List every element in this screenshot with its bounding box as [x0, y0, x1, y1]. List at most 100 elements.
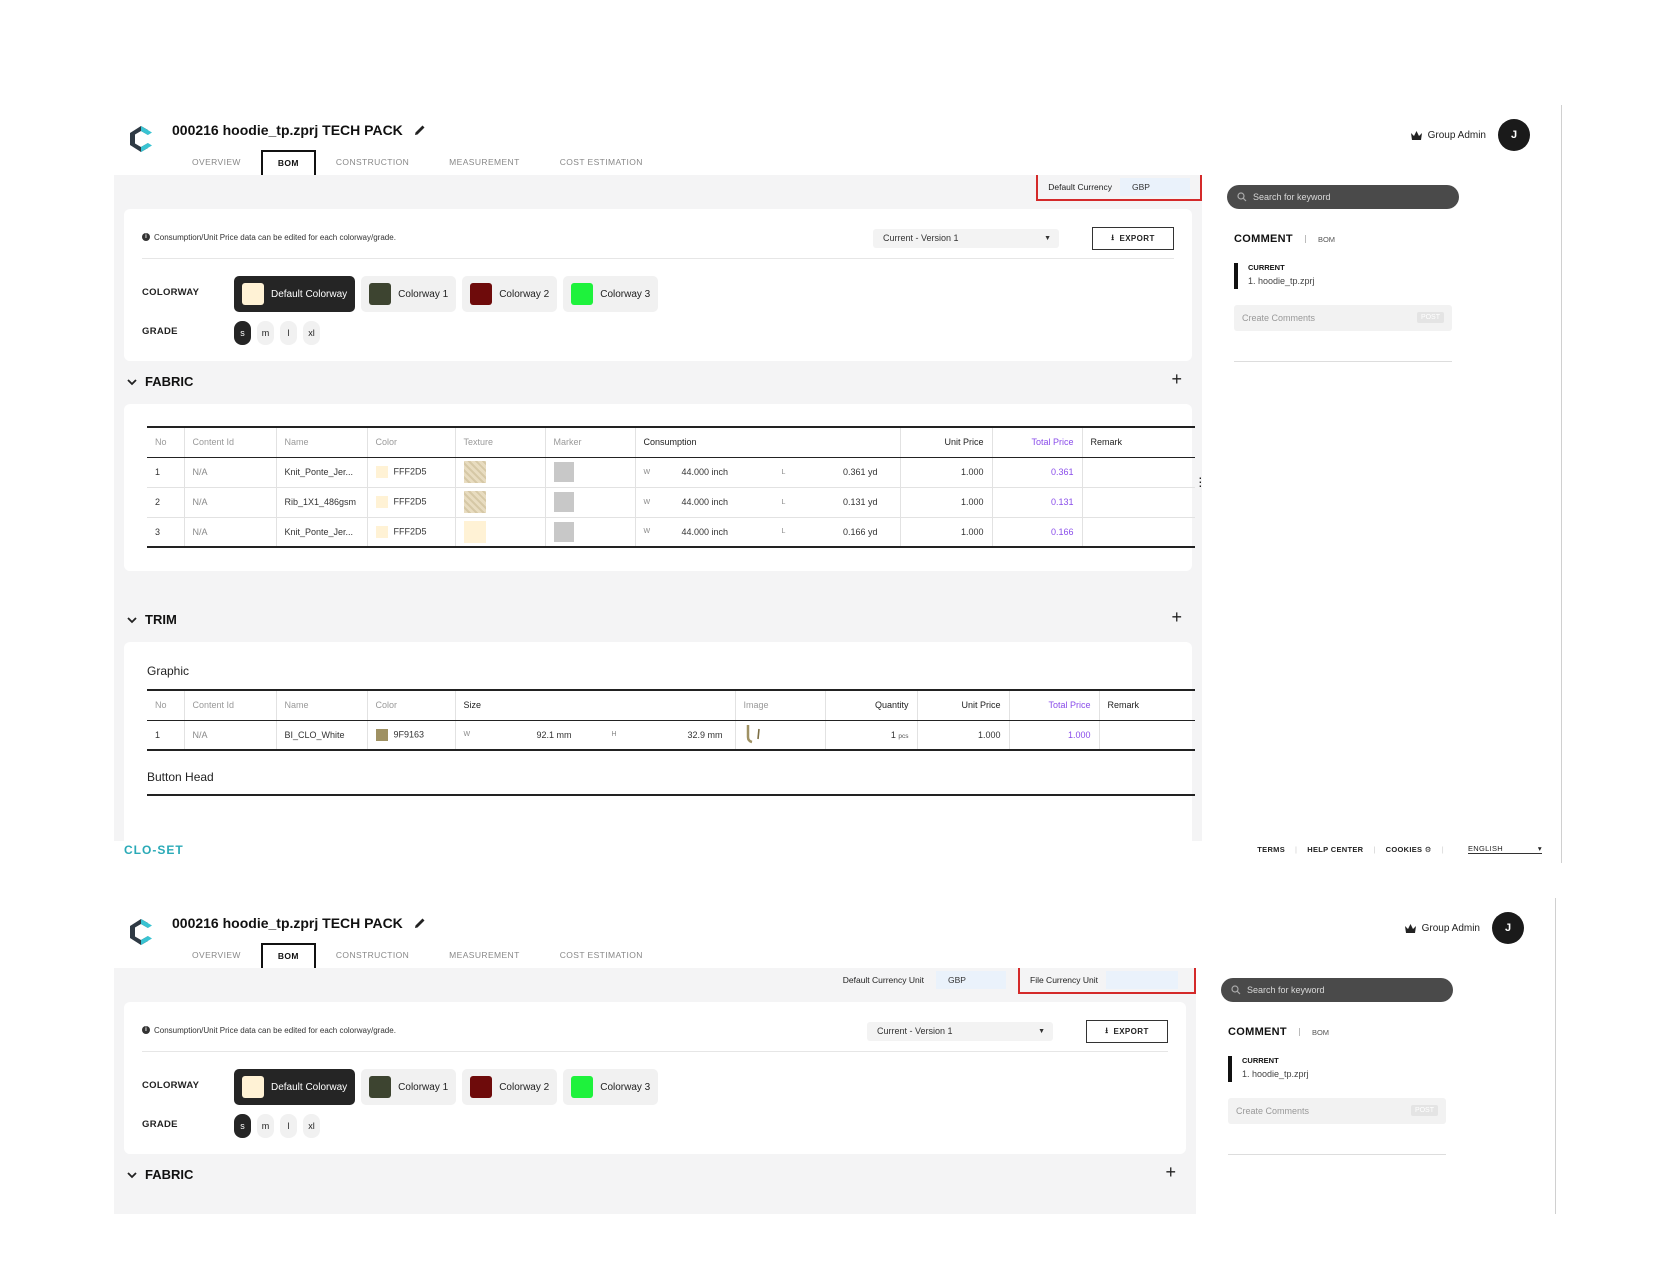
cell-consumption[interactable]: W 44.000 inch L 0.166 yd	[635, 517, 901, 548]
grade-xl[interactable]: xl	[303, 1114, 320, 1138]
edit-icon[interactable]	[413, 916, 427, 930]
cell-remark[interactable]	[1082, 517, 1195, 548]
language-select[interactable]: ENGLISH ▾	[1468, 844, 1542, 854]
cell-consumption[interactable]: W 44.000 inch L 0.131 yd	[635, 487, 901, 518]
create-comment-input[interactable]: Create Comments POST	[1228, 1098, 1446, 1124]
height-value: 32.9 mm	[687, 729, 723, 740]
cell-remark[interactable]	[1082, 457, 1195, 488]
currency-bar: Default Currency Unit GBP File Currency …	[843, 968, 1196, 994]
footer-logo: CLO-SET	[124, 843, 184, 857]
search-icon	[1237, 192, 1247, 202]
export-button[interactable]: ⭳ EXPORT	[1086, 1020, 1168, 1043]
tab-cost-estimation[interactable]: COST ESTIMATION	[540, 943, 663, 968]
add-fabric-icon[interactable]: +	[1171, 369, 1182, 390]
avatar[interactable]: J	[1498, 119, 1530, 151]
cell-unit-price[interactable]: 1.000	[900, 487, 993, 518]
colorway-default[interactable]: Default Colorway	[234, 1069, 356, 1105]
tab-bom[interactable]: BOM	[260, 150, 316, 175]
tab-cost-estimation[interactable]: COST ESTIMATION	[540, 150, 663, 175]
tab-measurement[interactable]: MEASUREMENT	[429, 150, 540, 175]
avatar[interactable]: J	[1492, 912, 1524, 944]
cell-remark[interactable]	[1099, 720, 1195, 751]
texture-thumbnail[interactable]	[463, 520, 486, 543]
col-image: Image	[735, 689, 826, 721]
chevron-down-icon	[127, 616, 137, 623]
export-button[interactable]: ⭳ EXPORT	[1092, 227, 1174, 250]
tab-construction[interactable]: CONSTRUCTION	[316, 943, 429, 968]
grade-l[interactable]: l	[280, 321, 297, 345]
colorway-2[interactable]: Colorway 2	[462, 1069, 558, 1105]
texture-thumbnail[interactable]	[463, 461, 486, 483]
trim-section-header[interactable]: TRIM	[127, 612, 177, 627]
texture-thumbnail[interactable]	[463, 491, 486, 513]
grade-s[interactable]: s	[234, 321, 251, 345]
user-role[interactable]: Group Admin	[1404, 923, 1480, 934]
table-row[interactable]: 1 N/A BI_CLO_White 9F9163 W 92.1 mm H 32.9 …	[147, 720, 1195, 751]
table-row[interactable]: 1 N/A Knit_Ponte_Jer... FFF2D5 W 44.000 i…	[147, 457, 1195, 488]
tab-construction[interactable]: CONSTRUCTION	[316, 150, 429, 175]
comment-sidebar: · · · Search for keyword COMMENT BOM CURRE…	[1198, 175, 1562, 841]
page-title: 000216 hoodie_tp.zprj TECH PACK	[172, 122, 403, 138]
version-select[interactable]: Current - Version 1 ▼	[867, 1022, 1053, 1041]
add-fabric-icon[interactable]: +	[1165, 1162, 1176, 1183]
cell-content-id: N/A	[184, 487, 277, 518]
user-role-label: Group Admin	[1427, 129, 1486, 141]
file-currency-label: File Currency Unit	[1030, 975, 1099, 985]
cell-consumption[interactable]: W 44.000 inch L 0.361 yd	[635, 457, 901, 488]
colorway-default[interactable]: Default Colorway	[234, 276, 356, 312]
default-currency-select[interactable]: GBP	[1120, 178, 1190, 196]
terms-link[interactable]: TERMS	[1257, 845, 1285, 854]
marker-thumbnail[interactable]	[553, 521, 574, 542]
grade-s[interactable]: s	[234, 1114, 251, 1138]
more-vertical-icon[interactable]: · · ·	[1198, 470, 1203, 492]
cell-name: Rib_1X1_486gsm	[276, 487, 368, 518]
cell-quantity[interactable]: 1 pcs	[825, 720, 918, 751]
fabric-section-header[interactable]: FABRIC	[127, 374, 193, 389]
cell-unit-price[interactable]: 1.000	[900, 517, 993, 548]
search-input[interactable]: Search for keyword	[1221, 978, 1453, 1002]
chevron-down-icon	[127, 1171, 137, 1178]
current-file: 1. hoodie_tp.zprj	[1242, 1069, 1309, 1079]
colorway-3[interactable]: Colorway 3	[563, 276, 659, 312]
length-value: 0.166 yd	[842, 526, 878, 537]
marker-thumbnail[interactable]	[553, 492, 574, 512]
search-placeholder: Search for keyword	[1247, 985, 1325, 995]
fabric-section-header[interactable]: FABRIC	[127, 1167, 193, 1182]
graphic-thumbnail[interactable]	[744, 723, 764, 745]
grade-m[interactable]: m	[257, 1114, 274, 1138]
download-icon: ⭳	[1105, 1025, 1109, 1035]
add-trim-icon[interactable]: +	[1171, 607, 1182, 628]
colorway-1[interactable]: Colorway 1	[361, 276, 457, 312]
post-button[interactable]: POST	[1416, 312, 1444, 323]
cell-unit-price[interactable]: 1.000	[900, 457, 993, 488]
file-currency-select[interactable]	[1106, 971, 1179, 989]
grade-m[interactable]: m	[257, 321, 274, 345]
cookies-link[interactable]: COOKIES ⚙	[1386, 845, 1432, 854]
table-row[interactable]: 2 N/A Rib_1X1_486gsm FFF2D5 W 44.000 inch…	[147, 487, 1195, 518]
colorway-3[interactable]: Colorway 3	[563, 1069, 659, 1105]
tab-overview[interactable]: OVERVIEW	[172, 150, 261, 175]
edit-icon[interactable]	[413, 123, 427, 137]
help-center-link[interactable]: HELP CENTER	[1307, 845, 1363, 854]
tab-overview[interactable]: OVERVIEW	[172, 943, 261, 968]
colorway-1[interactable]: Colorway 1	[361, 1069, 457, 1105]
default-currency-select[interactable]: GBP	[936, 971, 1006, 989]
tab-bom[interactable]: BOM	[260, 943, 316, 968]
user-role[interactable]: Group Admin	[1410, 129, 1486, 141]
table-row[interactable]: 3 N/A Knit_Ponte_Jer... FFF2D5 W 44.000 i…	[147, 517, 1195, 548]
colorway-2[interactable]: Colorway 2	[462, 276, 558, 312]
tab-measurement[interactable]: MEASUREMENT	[429, 943, 540, 968]
grade-xl[interactable]: xl	[303, 321, 320, 345]
col-name: Name	[276, 426, 368, 458]
grade-l[interactable]: l	[280, 1114, 297, 1138]
cell-marker	[545, 487, 636, 518]
post-button[interactable]: POST	[1410, 1105, 1438, 1116]
search-input[interactable]: Search for keyword	[1227, 185, 1459, 209]
cell-unit-price[interactable]: 1.000	[917, 720, 1010, 751]
chevron-down-icon	[127, 378, 137, 385]
create-comment-input[interactable]: Create Comments POST	[1234, 305, 1452, 331]
marker-thumbnail[interactable]	[553, 462, 574, 482]
version-select[interactable]: Current - Version 1 ▼	[873, 229, 1059, 248]
cell-size[interactable]: W 92.1 mm H 32.9 mm	[455, 720, 736, 751]
cell-remark[interactable]	[1082, 487, 1195, 518]
